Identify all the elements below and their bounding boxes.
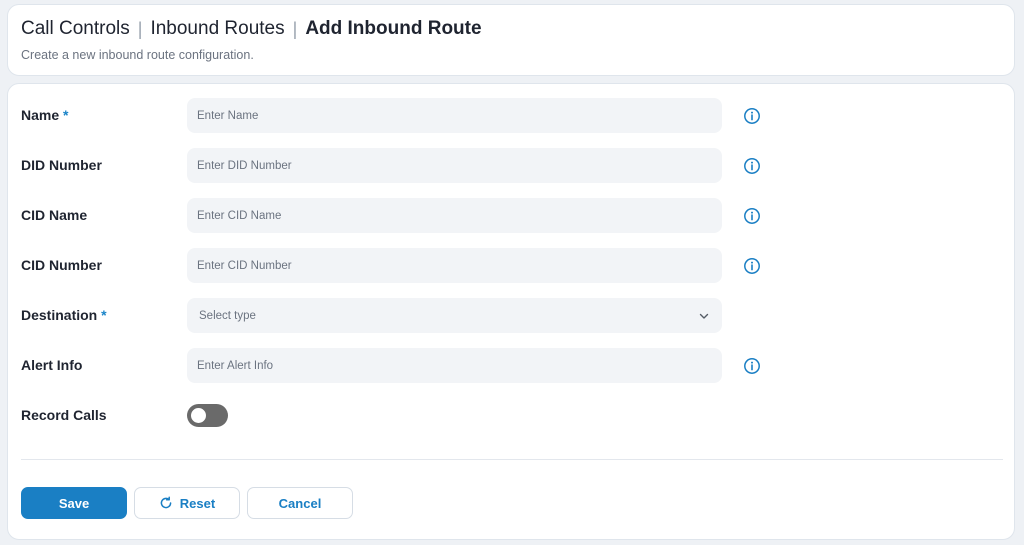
alert-info-input[interactable] bbox=[187, 348, 722, 383]
page-title: Add Inbound Route bbox=[305, 18, 482, 39]
info-icon[interactable] bbox=[743, 257, 761, 275]
record-calls-toggle[interactable] bbox=[187, 404, 228, 427]
reset-button-label: Reset bbox=[179, 495, 216, 511]
did-number-input[interactable] bbox=[187, 148, 722, 183]
name-row: Name * bbox=[8, 98, 1014, 133]
breadcrumb-inbound-routes[interactable]: Inbound Routes bbox=[150, 18, 284, 40]
did-number-label: DID Number bbox=[21, 157, 102, 173]
save-button[interactable]: Save bbox=[21, 487, 127, 519]
name-label: Name * bbox=[21, 107, 69, 123]
toggle-knob bbox=[191, 408, 206, 423]
breadcrumb: Call Controls | Inbound Routes | Add Inb… bbox=[21, 18, 1001, 40]
cid-number-label: CID Number bbox=[21, 257, 102, 273]
record-calls-row: Record Calls bbox=[8, 398, 1014, 433]
reset-button[interactable]: Reset bbox=[134, 487, 240, 519]
did-number-row: DID Number bbox=[8, 148, 1014, 183]
cid-name-row: CID Name bbox=[8, 198, 1014, 233]
alert-info-label: Alert Info bbox=[21, 357, 83, 373]
name-input[interactable] bbox=[187, 98, 722, 133]
page-subtitle: Create a new inbound route configuration… bbox=[21, 48, 254, 62]
destination-label: Destination * bbox=[21, 307, 107, 323]
info-icon[interactable] bbox=[743, 357, 761, 375]
cid-number-row: CID Number bbox=[8, 248, 1014, 283]
refresh-icon bbox=[160, 496, 172, 509]
destination-row: Destination * Select type bbox=[8, 298, 1014, 333]
breadcrumb-separator: | bbox=[292, 19, 298, 39]
chevron-down-icon bbox=[699, 313, 709, 319]
inbound-route-form: Name * DID Number CID Name CID Number bbox=[7, 83, 1015, 540]
cid-name-label: CID Name bbox=[21, 207, 88, 223]
breadcrumb-call-controls[interactable]: Call Controls bbox=[21, 18, 130, 40]
form-divider bbox=[21, 459, 1003, 460]
destination-selected-value: Select type bbox=[199, 309, 256, 322]
info-icon[interactable] bbox=[743, 207, 761, 225]
cid-number-input[interactable] bbox=[187, 248, 722, 283]
required-marker: * bbox=[101, 307, 107, 323]
destination-select[interactable]: Select type bbox=[187, 298, 722, 333]
info-icon[interactable] bbox=[743, 157, 761, 175]
record-calls-label: Record Calls bbox=[21, 407, 107, 423]
required-marker: * bbox=[63, 107, 69, 123]
breadcrumb-separator: | bbox=[137, 19, 143, 39]
alert-info-row: Alert Info bbox=[8, 348, 1014, 383]
page-header: Call Controls | Inbound Routes | Add Inb… bbox=[7, 4, 1015, 76]
cid-name-input[interactable] bbox=[187, 198, 722, 233]
cancel-button[interactable]: Cancel bbox=[247, 487, 353, 519]
info-icon[interactable] bbox=[743, 107, 761, 125]
